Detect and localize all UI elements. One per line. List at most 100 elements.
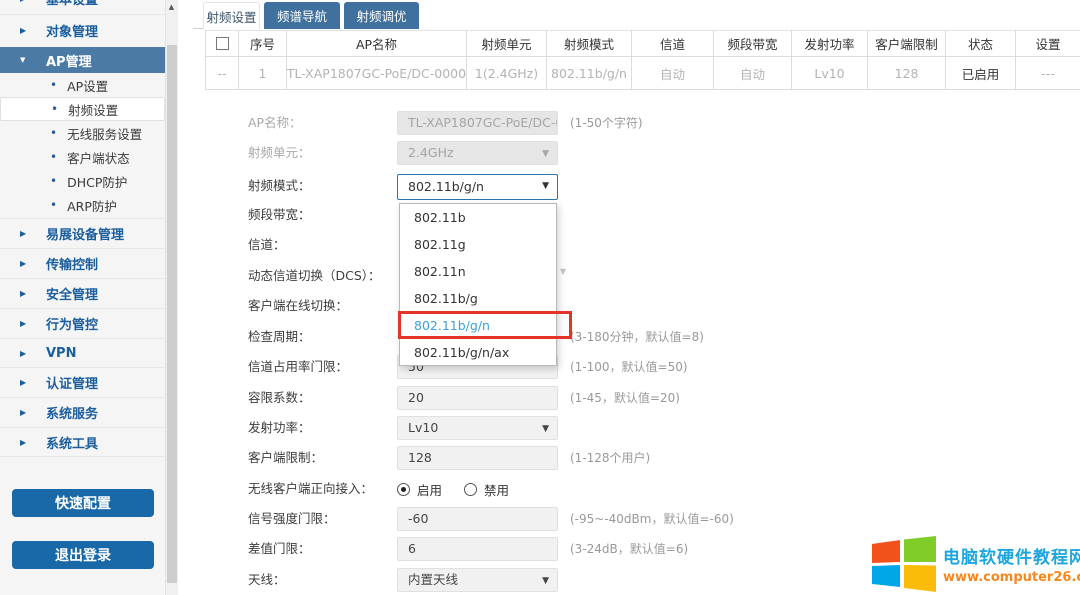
tab-radio-settings[interactable]: 射频设置 bbox=[203, 2, 260, 29]
antenna-label: 天线： bbox=[248, 572, 286, 587]
check-period-label: 检查周期： bbox=[248, 329, 311, 344]
enable-radio[interactable] bbox=[397, 482, 410, 496]
client-limit-input[interactable]: 128 bbox=[397, 446, 558, 470]
channel-occupancy-hint: (1-100，默认值=50) bbox=[570, 360, 688, 374]
column-header: 信道 bbox=[632, 31, 714, 57]
sidebar: ▶ 基本设置 ▶ 对象管理 ▼ AP管理 • AP设置 • 射频设置 • 无线服… bbox=[0, 0, 165, 595]
dcs-label: 动态信道切换（DCS）： bbox=[248, 268, 381, 283]
quick-setup-button[interactable]: 快速配置 bbox=[12, 489, 154, 517]
signal-threshold-hint: (-95~-40dBm，默认值=-60) bbox=[570, 512, 734, 526]
bandwidth-label: 频段带宽： bbox=[248, 207, 311, 222]
dropdown-option[interactable]: 802.11g bbox=[400, 231, 556, 258]
site-url: www.computer26.com bbox=[943, 570, 1080, 585]
radio-settings-page: ▶ 基本设置 ▶ 对象管理 ▼ AP管理 • AP设置 • 射频设置 • 无线服… bbox=[0, 0, 1080, 595]
ap-table: 序号 AP名称 射频单元 射频模式 信道 频段带宽 发射功率 客户端限制 状态 … bbox=[205, 30, 1080, 90]
sidebar-item-security-management[interactable]: ▶ 安全管理 bbox=[0, 278, 165, 308]
sidebar-item-label: 系统服务 bbox=[46, 407, 99, 422]
column-header: 射频模式 bbox=[547, 31, 632, 57]
radio-mode-label: 射频模式： bbox=[248, 178, 311, 193]
sidebar-item-label: 认证管理 bbox=[46, 377, 99, 392]
dropdown-arrow-icon: ▼ bbox=[542, 424, 549, 434]
sidebar-subitem-arp-protection[interactable]: • ARP防护 bbox=[0, 193, 165, 217]
sidebar-item-transmission-control[interactable]: ▶ 传输控制 bbox=[0, 248, 165, 278]
tx-power-select[interactable]: Lv10 ▼ bbox=[397, 416, 558, 440]
diff-threshold-label: 差值门限： bbox=[248, 541, 311, 556]
disable-radio-label: 禁用 bbox=[484, 482, 510, 498]
row-index-cell: 1 bbox=[239, 57, 287, 90]
tab-radio-tuning[interactable]: 射频调优 bbox=[344, 2, 419, 29]
bullet-icon: • bbox=[50, 78, 58, 92]
sidebar-item-system-tools[interactable]: ▶ 系统工具 bbox=[0, 427, 165, 457]
logout-button[interactable]: 退出登录 bbox=[12, 541, 154, 569]
radio-unit-value: 2.4GHz bbox=[408, 145, 454, 160]
radio-mode-select[interactable]: 802.11b/g/n ▼ bbox=[397, 174, 558, 200]
disable-radio[interactable] bbox=[464, 482, 478, 496]
bullet-icon: • bbox=[51, 102, 59, 116]
table-row: -- 1 TL-XAP1807GC-PoE/DC-0000 1(2.4GHz) … bbox=[206, 57, 1080, 90]
dropdown-option[interactable]: 802.11b/g bbox=[400, 285, 556, 312]
radio-mode-value: 802.11b/g/n bbox=[408, 179, 484, 194]
sidebar-subitem-wireless-service[interactable]: • 无线服务设置 bbox=[0, 121, 165, 145]
sidebar-item-auth-management[interactable]: ▶ 认证管理 bbox=[0, 367, 165, 397]
tolerance-label: 容限系数： bbox=[248, 390, 311, 405]
row-select-cell: -- bbox=[206, 57, 239, 90]
sidebar-item-label: 系统工具 bbox=[46, 436, 99, 452]
diff-threshold-input[interactable]: 6 bbox=[397, 537, 558, 561]
sidebar-subitem-dhcp-protection[interactable]: • DHCP防护 bbox=[0, 169, 165, 193]
hidden-select-arrow-icon: ▼ bbox=[560, 267, 567, 276]
site-text: 电脑软硬件教程网 www.computer26.com bbox=[943, 543, 1080, 585]
row-radio-unit-cell: 1(2.4GHz) bbox=[467, 57, 547, 90]
tab-spectrum-navigation[interactable]: 频谱导航 bbox=[264, 2, 340, 29]
sidebar-subitem-ap-settings[interactable]: • AP设置 bbox=[0, 73, 165, 97]
ap-name-input[interactable]: TL-XAP1807GC-PoE/DC-00 bbox=[397, 111, 558, 135]
sidebar-item-label: 基本设置 bbox=[46, 0, 99, 8]
sidebar-item-basic-settings[interactable]: ▶ 基本设置 bbox=[0, 0, 165, 13]
column-header: 序号 bbox=[239, 31, 287, 57]
sidebar-item-label: 行为管控 bbox=[46, 318, 99, 333]
subitem-label: 客户端状态 bbox=[67, 150, 130, 166]
channel-occupancy-label: 信道占用率门限： bbox=[248, 359, 349, 374]
row-ap-name-cell: TL-XAP1807GC-PoE/DC-0000 bbox=[287, 57, 467, 90]
chevron-right-icon: ▶ bbox=[20, 348, 27, 358]
radio-unit-select[interactable]: 2.4GHz ▼ bbox=[397, 141, 558, 165]
forward-access-radios: 启用 禁用 bbox=[397, 477, 509, 501]
sidebar-item-label: 易展设备管理 bbox=[46, 228, 125, 243]
tolerance-input[interactable]: 20 bbox=[397, 386, 558, 410]
select-all-checkbox[interactable] bbox=[215, 37, 229, 50]
sidebar-subitem-client-status[interactable]: • 客户端状态 bbox=[0, 145, 165, 169]
main-content: 射频设置 频谱导航 射频调优 序号 AP名称 射频单元 射频模式 信道 频段带宽… bbox=[178, 0, 1080, 595]
annotation-red-box bbox=[398, 311, 572, 339]
sidebar-item-system-services[interactable]: ▶ 系统服务 bbox=[0, 397, 165, 427]
enable-radio-label: 启用 bbox=[417, 482, 443, 498]
subitem-label: 无线服务设置 bbox=[67, 126, 143, 142]
signal-threshold-input[interactable]: -60 bbox=[397, 507, 558, 531]
sidebar-item-vpn[interactable]: ▶ VPN bbox=[0, 338, 165, 367]
antenna-select[interactable]: 内置天线 ▼ bbox=[397, 568, 558, 592]
dropdown-option[interactable]: 802.11n bbox=[400, 258, 556, 285]
dropdown-option[interactable]: 802.11b/g/n/ax bbox=[400, 339, 556, 366]
chevron-right-icon: ▶ bbox=[20, 378, 27, 387]
sidebar-item-object-management[interactable]: ▶ 对象管理 bbox=[0, 14, 165, 46]
column-header: 发射功率 bbox=[792, 31, 868, 57]
check-period-hint: (3-180分钟，默认值=8) bbox=[570, 330, 704, 344]
chevron-right-icon: ▶ bbox=[20, 437, 27, 447]
sidebar-item-easy-mesh[interactable]: ▶ 易展设备管理 bbox=[0, 218, 165, 248]
sidebar-item-label: VPN bbox=[46, 345, 77, 361]
sidebar-item-ap-management[interactable]: ▼ AP管理 bbox=[0, 47, 165, 73]
signal-threshold-label: 信号强度门限： bbox=[248, 511, 336, 526]
scrollbar-thumb[interactable] bbox=[167, 45, 177, 583]
forward-access-label: 无线客户端正向接入： bbox=[248, 481, 374, 496]
scroll-up-icon[interactable]: ▲ bbox=[166, 2, 177, 13]
sidebar-item-behavior-control[interactable]: ▶ 行为管控 bbox=[0, 308, 165, 338]
client-limit-label: 客户端限制： bbox=[248, 450, 324, 465]
sidebar-item-label: 传输控制 bbox=[46, 258, 99, 273]
sidebar-subitem-radio-settings[interactable]: • 射频设置 bbox=[0, 97, 165, 121]
ap-name-hint: (1-50个字符) bbox=[570, 116, 643, 130]
sidebar-item-label: 安全管理 bbox=[46, 288, 99, 303]
dropdown-option[interactable]: 802.11b bbox=[400, 204, 556, 231]
bullet-icon: • bbox=[50, 198, 58, 212]
ap-name-label: AP名称： bbox=[248, 115, 302, 130]
bullet-icon: • bbox=[50, 126, 58, 140]
chevron-down-icon: ▼ bbox=[20, 56, 26, 64]
chevron-right-icon: ▶ bbox=[20, 26, 27, 35]
